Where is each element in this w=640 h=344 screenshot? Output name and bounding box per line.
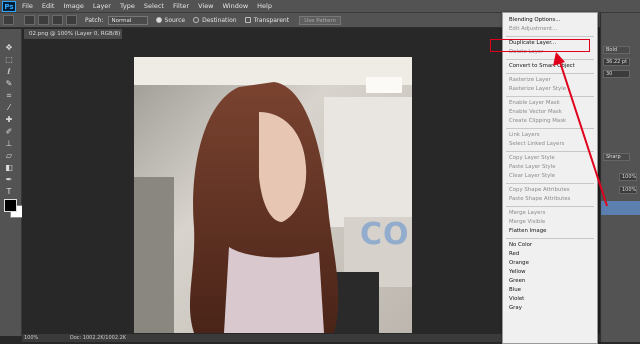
source-radio[interactable] (155, 17, 162, 23)
opacity-field[interactable]: 100% (619, 173, 637, 181)
menu-item-yellow[interactable]: Yellow (509, 268, 595, 277)
anti-alias-field[interactable]: Sharp (603, 153, 630, 161)
crop-tool-icon[interactable]: ⌗ (3, 91, 15, 101)
foreground-color-swatch[interactable] (4, 199, 17, 212)
add-selection-icon[interactable] (38, 15, 49, 25)
menu-item-gray[interactable]: Gray (509, 304, 595, 313)
menu-item-link-layers: Link Layers (509, 132, 540, 138)
leading-field[interactable]: 36.22 pt (603, 58, 630, 66)
menu-image[interactable]: Image (63, 2, 83, 10)
patch-tool-icon[interactable] (3, 15, 14, 25)
healing-brush-tool-icon[interactable]: ✚ (3, 115, 15, 125)
right-panel: Bold 36.22 pt 30 Sharp 100% 100% (600, 13, 640, 342)
menu-separator (506, 36, 594, 37)
menu-item-blending-options[interactable]: Blending Options... (509, 16, 595, 25)
canvas-photo: COBA (134, 57, 412, 333)
menu-item-merge-layers: Merge Layers (509, 210, 546, 216)
menu-item-enable-layer-mask: Enable Layer Mask (509, 100, 560, 106)
tools-panel: ✥ ⬚ ℓ ✎ ⌗ ⁄ ✚ ✐ ⊥ ▱ ◧ ✒ T (0, 29, 23, 336)
zoom-level[interactable]: 100% (24, 335, 38, 341)
menu-item-edit-adjustment: Edit Adjustment... (509, 26, 558, 32)
menu-select[interactable]: Select (144, 2, 164, 10)
watermark-text: COBA (360, 217, 412, 252)
menu-item-enable-vector-mask: Enable Vector Mask (509, 109, 562, 115)
menu-item-create-clipping-mask: Create Clipping Mask (509, 118, 567, 124)
portrait-image (134, 57, 412, 333)
patch-label: Patch: (85, 16, 104, 24)
menu-view[interactable]: View (198, 2, 213, 10)
transparent-checkbox[interactable] (244, 17, 251, 23)
menu-separator (506, 96, 594, 97)
menu-item-red[interactable]: Red (509, 250, 595, 259)
layer-context-menu: Blending Options... Edit Adjustment... Dup… (502, 12, 598, 344)
photoshop-logo: Ps (2, 0, 16, 12)
menu-file[interactable]: File (22, 2, 33, 10)
menu-item-blue[interactable]: Blue (509, 286, 595, 295)
selected-layer-row[interactable] (601, 201, 640, 215)
quick-select-tool-icon[interactable]: ✎ (3, 79, 15, 89)
use-pattern-button[interactable]: Use Pattern (299, 15, 342, 25)
new-selection-icon[interactable] (24, 15, 35, 25)
menu-separator (506, 238, 594, 239)
font-style-field[interactable]: Bold (603, 46, 630, 54)
doc-size: Doc: 1002.2K/1002.2K (69, 335, 127, 341)
type-tool-icon[interactable]: T (3, 187, 15, 197)
highlight-box (490, 39, 590, 52)
gradient-tool-icon[interactable]: ◧ (3, 163, 15, 173)
menu-item-convert-to-smart-object[interactable]: Convert to Smart Object (509, 62, 595, 71)
menu-separator (506, 183, 594, 184)
stamp-tool-icon[interactable]: ⊥ (3, 139, 15, 149)
menu-separator (506, 128, 594, 129)
tracking-field[interactable]: 30 (603, 70, 630, 78)
menu-item-rasterize-layer-style: Rasterize Layer Style (509, 86, 567, 92)
intersect-selection-icon[interactable] (66, 15, 77, 25)
patch-mode-select[interactable]: Normal (107, 15, 148, 25)
eyedropper-tool-icon[interactable]: ⁄ (3, 103, 15, 113)
subtract-selection-icon[interactable] (52, 15, 63, 25)
menu-item-paste-layer-style: Paste Layer Style (509, 164, 556, 170)
transparent-label: Transparent (253, 16, 290, 24)
menu-edit[interactable]: Edit (42, 2, 55, 10)
menu-filter[interactable]: Filter (173, 2, 189, 10)
menu-separator (506, 73, 594, 74)
menu-item-copy-shape-attributes: Copy Shape Attributes (509, 187, 570, 193)
menu-separator (506, 151, 594, 152)
brush-tool-icon[interactable]: ✐ (3, 127, 15, 137)
menu-separator (506, 206, 594, 207)
source-label: Source (164, 16, 186, 24)
lasso-tool-icon[interactable]: ℓ (3, 67, 15, 77)
destination-label: Destination (202, 16, 237, 24)
menu-layer[interactable]: Layer (93, 2, 111, 10)
menu-item-rasterize-layer: Rasterize Layer (509, 77, 551, 83)
menu-item-green[interactable]: Green (509, 277, 595, 286)
menu-item-paste-shape-attributes: Paste Shape Attributes (509, 196, 571, 202)
menu-separator (506, 59, 594, 60)
menu-item-flatten-image[interactable]: Flatten Image (509, 227, 595, 236)
document-tab[interactable]: 02.png @ 100% (Layer 0, RGB/8) (24, 29, 122, 39)
eraser-tool-icon[interactable]: ▱ (3, 151, 15, 161)
menu-item-select-linked-layers: Select Linked Layers (509, 141, 565, 147)
marquee-tool-icon[interactable]: ⬚ (3, 55, 15, 65)
menu-item-no-color[interactable]: No Color (509, 241, 595, 250)
menu-item-orange[interactable]: Orange (509, 259, 595, 268)
move-tool-icon[interactable]: ✥ (3, 43, 15, 53)
destination-radio[interactable] (193, 17, 200, 23)
menu-item-violet[interactable]: Violet (509, 295, 595, 304)
menu-item-merge-visible: Merge Visible (509, 219, 546, 225)
menu-window[interactable]: Window (223, 2, 249, 10)
menu-type[interactable]: Type (120, 2, 135, 10)
menu-item-copy-layer-style: Copy Layer Style (509, 155, 555, 161)
pen-tool-icon[interactable]: ✒ (3, 175, 15, 185)
fill-field[interactable]: 100% (619, 186, 637, 194)
menu-help[interactable]: Help (257, 2, 272, 10)
menu-item-clear-layer-style: Clear Layer Style (509, 173, 556, 179)
